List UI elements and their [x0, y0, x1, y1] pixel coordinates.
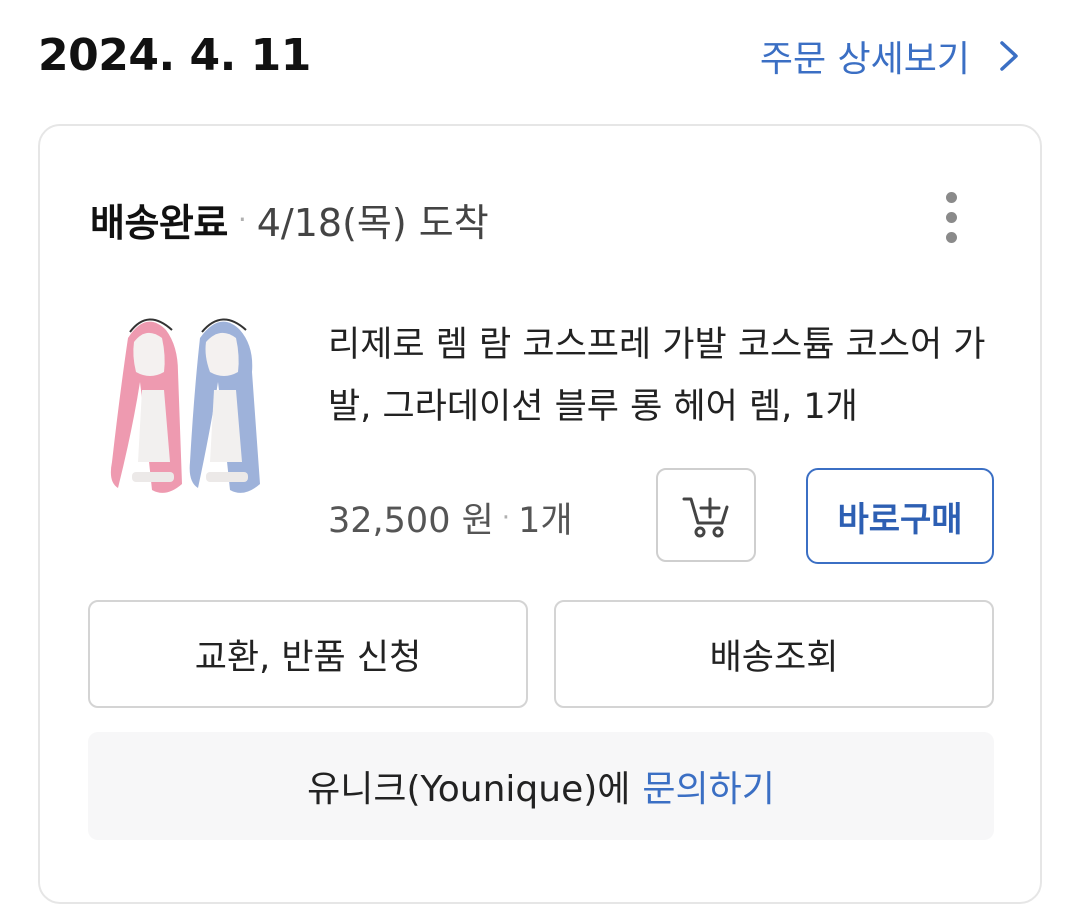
inquiry-link[interactable]: 문의하기 — [642, 760, 774, 812]
order-header: 2024. 4. 11 주문 상세보기 — [0, 0, 1080, 110]
more-options-icon[interactable] — [940, 192, 964, 244]
add-to-cart-icon — [682, 497, 729, 538]
track-delivery-button[interactable]: 배송조회 — [554, 600, 994, 708]
product-thumbnail[interactable] — [106, 312, 270, 502]
order-card: 배송완료 · 4/18(목) 도착 리제로 렘 람 코스프레 가발 코스튬 코스… — [38, 124, 1042, 904]
buy-now-button[interactable]: 바로구매 — [806, 468, 994, 564]
order-detail-label: 주문 상세보기 — [759, 39, 970, 80]
delivery-status-row: 배송완료 · 4/18(목) 도착 — [90, 192, 489, 247]
product-quantity: 1개 — [518, 501, 573, 541]
exchange-return-button[interactable]: 교환, 반품 신청 — [88, 600, 528, 708]
price-separator: · — [501, 502, 511, 533]
seller-inquiry-box: 유니크(Younique)에 문의하기 — [88, 732, 994, 840]
arrival-date: 4/18(목) 도착 — [256, 201, 489, 245]
product-title[interactable]: 리제로 렘 람 코스프레 가발 코스튬 코스어 가발, 그라데이션 블루 롱 헤… — [328, 314, 1008, 438]
price-row: 32,500 원 · 1개 — [328, 492, 573, 543]
order-detail-link[interactable]: 주문 상세보기 — [760, 30, 1026, 82]
seller-name: 유니크(Younique)에 — [307, 769, 631, 810]
product-price: 32,500 원 — [328, 501, 494, 541]
chevron-right-icon — [1000, 41, 1018, 71]
order-date: 2024. 4. 11 — [38, 30, 311, 81]
status-separator: · — [237, 203, 247, 236]
delivery-status: 배송완료 — [90, 201, 228, 245]
add-to-cart-button[interactable] — [656, 468, 756, 562]
